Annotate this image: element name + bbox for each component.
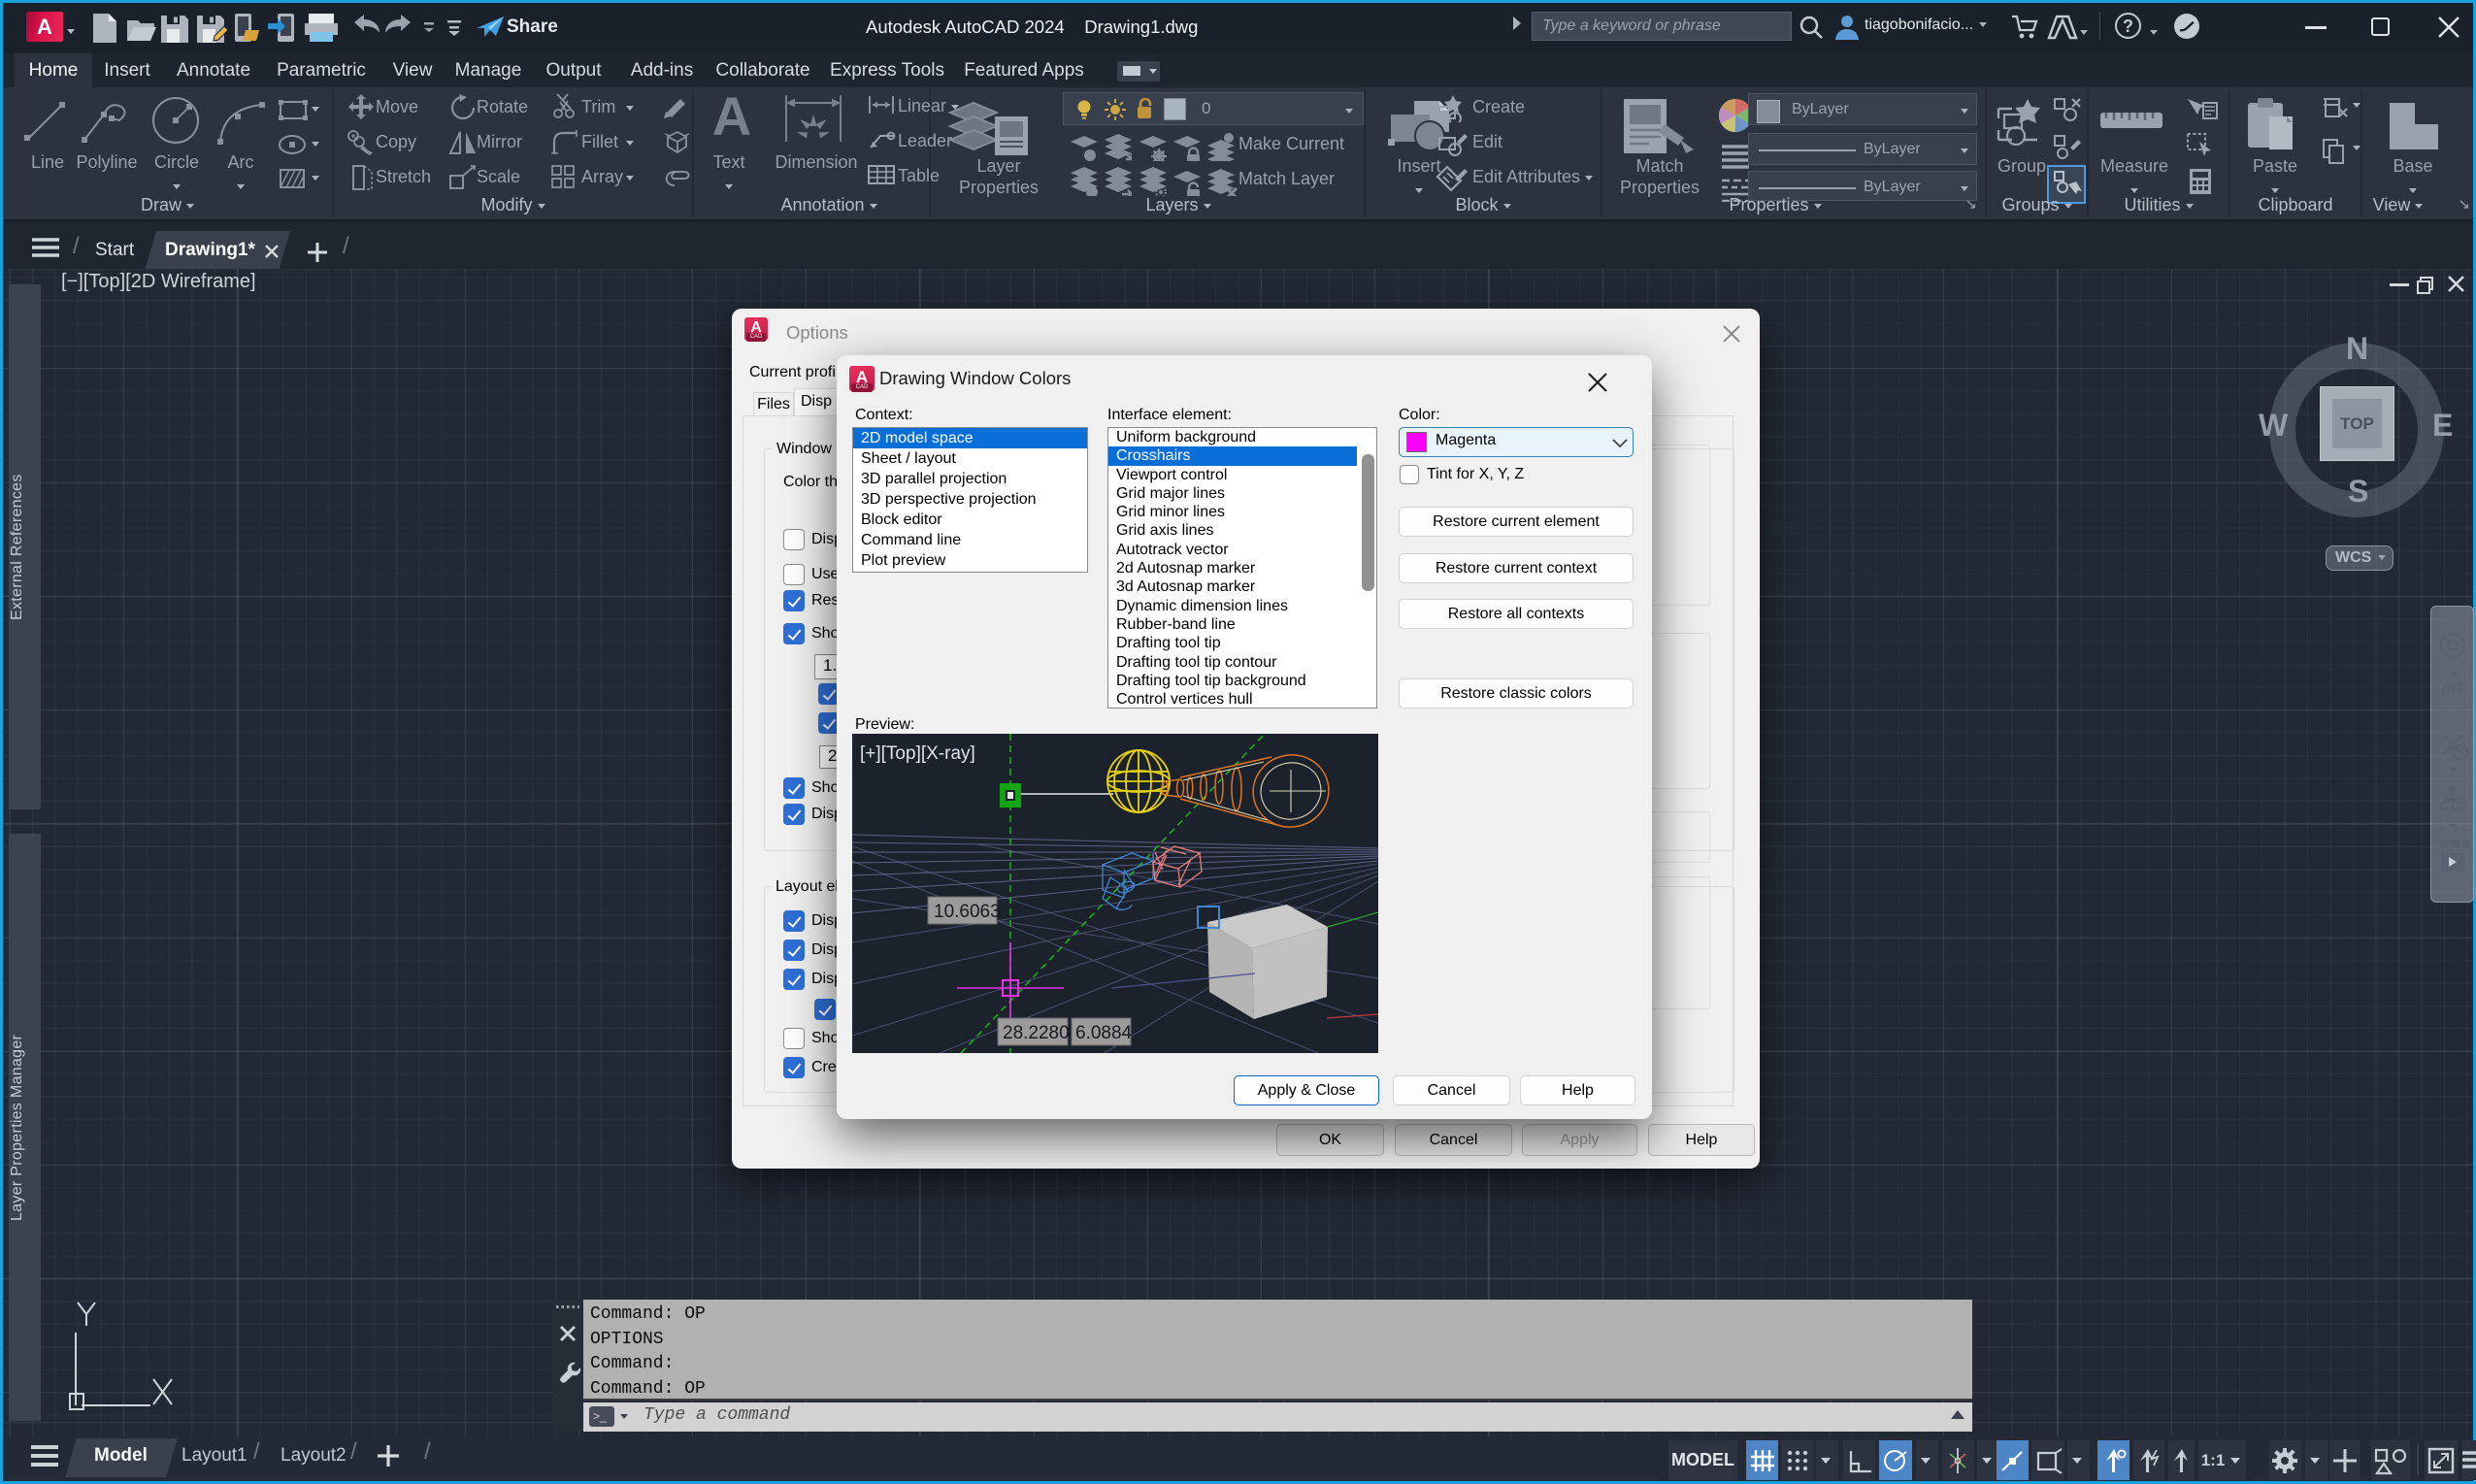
svg-text:6.0884: 6.0884 [1075,1023,1133,1043]
svg-text:28.2280: 28.2280 [1003,1023,1070,1043]
svg-text:[+][Top][X-ray]: [+][Top][X-ray] [860,743,975,764]
svg-text:10.6063: 10.6063 [934,902,1001,922]
